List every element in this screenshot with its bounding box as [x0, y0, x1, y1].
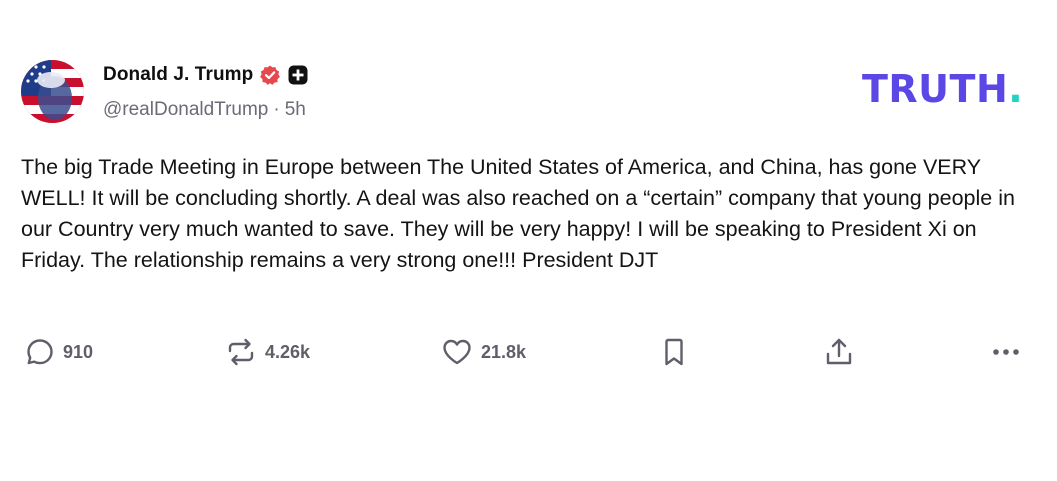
logo-dot: .	[1008, 67, 1024, 111]
like-count: 21.8k	[481, 341, 527, 362]
reply-count: 910	[63, 341, 94, 362]
post-timestamp[interactable]: 5h	[285, 99, 306, 121]
author-handle-row: @realDonaldTrump · 5h	[103, 99, 306, 121]
retruth-icon	[225, 337, 257, 367]
post-body-text: The big Trade Meeting in Europe between …	[21, 155, 1015, 272]
retruth-button[interactable]: 4.26k	[225, 334, 310, 370]
like-button[interactable]: 21.8k	[441, 334, 526, 370]
bookmark-button[interactable]	[661, 334, 687, 370]
heart-icon	[441, 337, 473, 367]
plus-badge-icon	[287, 64, 309, 86]
share-button[interactable]	[823, 334, 855, 370]
avatar[interactable]	[21, 60, 84, 123]
retruth-count: 4.26k	[265, 341, 311, 362]
more-options-button[interactable]	[989, 334, 1023, 370]
author-display-name[interactable]: Donald J. Trump	[103, 64, 253, 86]
more-icon	[989, 337, 1023, 367]
logo-text: TRUTH	[862, 67, 1009, 111]
verified-badge-icon	[259, 64, 281, 86]
reply-button[interactable]: 910	[25, 334, 93, 370]
truth-post: Donald J. Trump @realDonaldTrump · 5h TR…	[0, 0, 1057, 481]
share-icon	[823, 336, 855, 368]
author-handle[interactable]: @realDonaldTrump	[103, 99, 268, 121]
truth-logo[interactable]: TRUTH.	[862, 70, 1023, 108]
post-action-bar: 910 4.26k 21.8k	[21, 334, 1031, 370]
bookmark-icon	[661, 337, 687, 367]
reply-icon	[25, 337, 55, 367]
meta-separator: ·	[273, 99, 280, 120]
author-name-row: Donald J. Trump	[103, 62, 309, 88]
